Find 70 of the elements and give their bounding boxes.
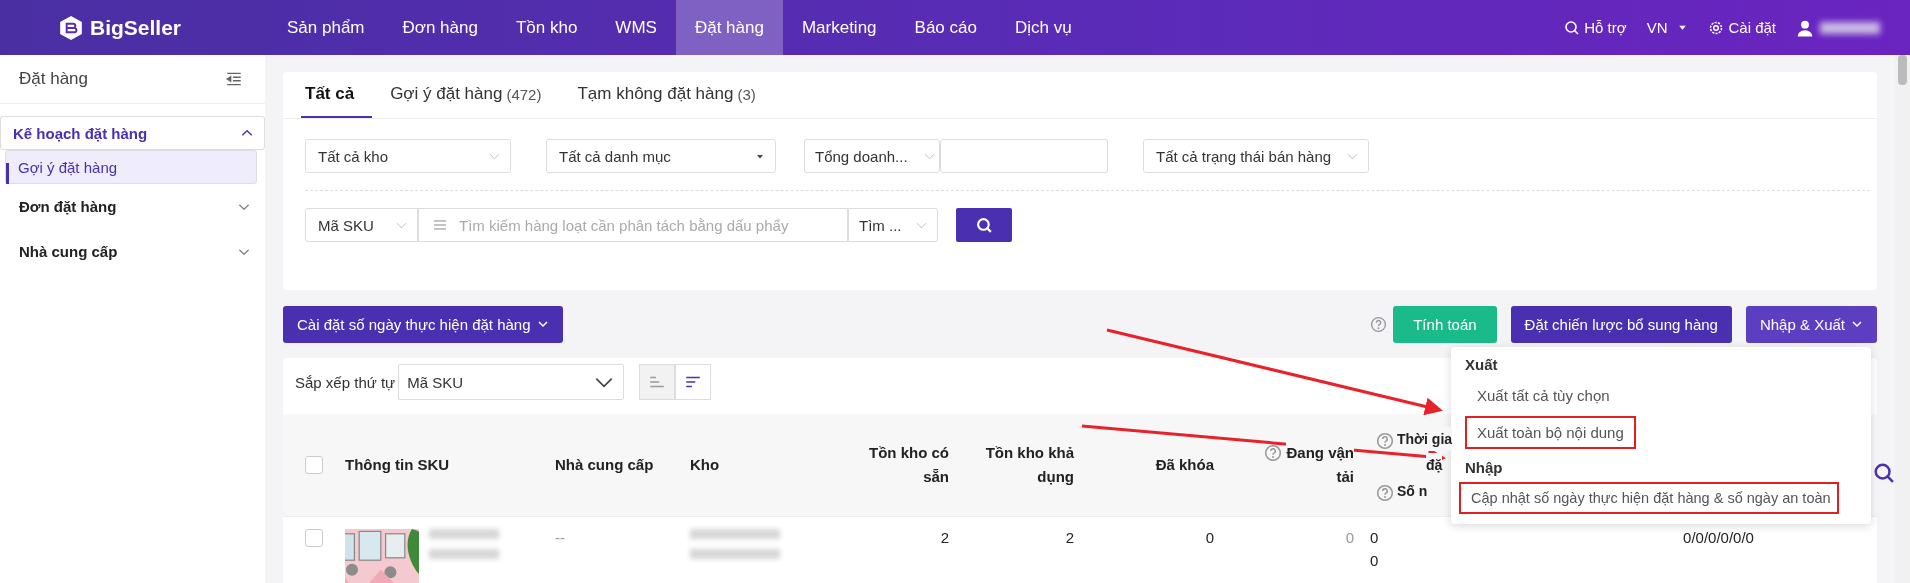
- sort-label: Sắp xếp thứ tự: [295, 373, 396, 391]
- chevron-icon: [1851, 318, 1863, 330]
- table-cell: 2: [1065, 529, 1074, 546]
- search-icon: [1564, 19, 1581, 36]
- search-field[interactable]: Tìm kiếm hàng loạt cần phân tách bằng dấu phẩy: [418, 208, 848, 242]
- menu-item[interactable]: Xuất toàn bộ nội dung: [1465, 415, 1636, 449]
- help-icon[interactable]: [1370, 315, 1388, 333]
- menu-section-title: Nhập: [1465, 457, 1503, 478]
- nav-item[interactable]: Tồn kho: [496, 0, 597, 55]
- help-icon[interactable]: [1376, 483, 1394, 502]
- menu-item[interactable]: Cập nhật số ngày thực hiện đặt hàng & số ngày an toàn: [1459, 481, 1839, 514]
- tab[interactable]: Tạm không đặt hàng (3): [573, 72, 774, 118]
- sort-descending-button[interactable]: [675, 364, 712, 400]
- nav-item[interactable]: Đơn hàng: [383, 0, 497, 55]
- search-button[interactable]: [956, 208, 1012, 242]
- user-icon[interactable]: [1796, 18, 1814, 37]
- sidebar-group[interactable]: Đơn đặt hàng: [0, 184, 265, 229]
- blurred-user-name: [1820, 21, 1880, 34]
- chevron-icon: [595, 376, 614, 388]
- nav-item[interactable]: Sản phẩm: [268, 0, 384, 55]
- blurred-text: [429, 529, 499, 561]
- select-all-checkbox[interactable]: [305, 456, 323, 474]
- settings-link[interactable]: Cài đặt: [1708, 19, 1776, 36]
- sort-ascending-button[interactable]: [639, 364, 676, 400]
- nav-item[interactable]: Marketing: [782, 0, 896, 55]
- search-type-select[interactable]: Mã SKU: [305, 208, 418, 242]
- help-icon[interactable]: [1264, 444, 1283, 462]
- table-cell: 0: [1370, 529, 1379, 546]
- gear-icon: [1708, 19, 1725, 36]
- table-cell: 0: [1345, 529, 1354, 546]
- sidebar-group[interactable]: Nhà cung cấp: [0, 229, 265, 274]
- search-icon[interactable]: [1873, 462, 1895, 484]
- list-icon: [433, 219, 447, 231]
- sales-status-select[interactable]: Tất cả trạng thái bán hàng: [1143, 139, 1369, 173]
- table-cell: 0: [1205, 529, 1214, 546]
- table-cell: 0: [1370, 552, 1379, 569]
- row-checkbox[interactable]: [305, 529, 323, 547]
- sidebar-title: Đặt hàng: [19, 69, 88, 89]
- menu-section-title: Xuất: [1465, 354, 1498, 375]
- tab[interactable]: Tất cả: [301, 72, 373, 118]
- nav-item[interactable]: WMS: [596, 0, 676, 55]
- category-select[interactable]: Tất cả danh mục: [546, 139, 776, 173]
- table-cell: 2: [940, 529, 949, 546]
- import-export-button[interactable]: Nhập & Xuất: [1745, 305, 1877, 343]
- value-input[interactable]: [940, 139, 1108, 173]
- scrollbar[interactable]: [1895, 55, 1910, 583]
- sidebar-group[interactable]: Kế hoạch đặt hàng: [0, 116, 265, 150]
- tab[interactable]: Gợi ý đặt hàng (472): [386, 72, 560, 118]
- logo-icon: [58, 14, 84, 41]
- search-icon: [975, 216, 993, 234]
- nav-item[interactable]: Dịch vụ: [995, 0, 1091, 55]
- help-icon[interactable]: [1376, 431, 1394, 450]
- table-cell: 0/0/0/0/0/0: [1683, 529, 1754, 546]
- language-selector[interactable]: VN: [1646, 19, 1689, 36]
- strategy-button[interactable]: Đặt chiến lược bổ sung hàng: [1510, 305, 1732, 343]
- order-days-button[interactable]: Cài đặt số ngày thực hiện đặt hàng: [283, 305, 563, 343]
- match-select[interactable]: Tìm ...: [848, 208, 938, 242]
- menu-item[interactable]: Xuất tất cả tùy chọn: [1465, 378, 1622, 412]
- table-cell: --: [555, 529, 565, 546]
- nav-item[interactable]: Báo cáo: [895, 0, 996, 55]
- help-link[interactable]: Hỗ trợ: [1564, 19, 1627, 36]
- logo-text: BigSeller: [90, 15, 182, 40]
- collapse-menu-icon[interactable]: [225, 70, 243, 88]
- chevron-icon: [536, 318, 549, 330]
- sort-select[interactable]: Mã SKU: [398, 364, 625, 400]
- metric-select[interactable]: Tổng doanh...: [804, 139, 940, 173]
- warehouse-select[interactable]: Tất cả kho: [305, 139, 511, 173]
- column-header: Thời gia: [1397, 427, 1453, 451]
- sidebar-item[interactable]: Gợi ý đặt hàng: [5, 150, 257, 184]
- nav-item[interactable]: Đặt hàng: [675, 0, 783, 55]
